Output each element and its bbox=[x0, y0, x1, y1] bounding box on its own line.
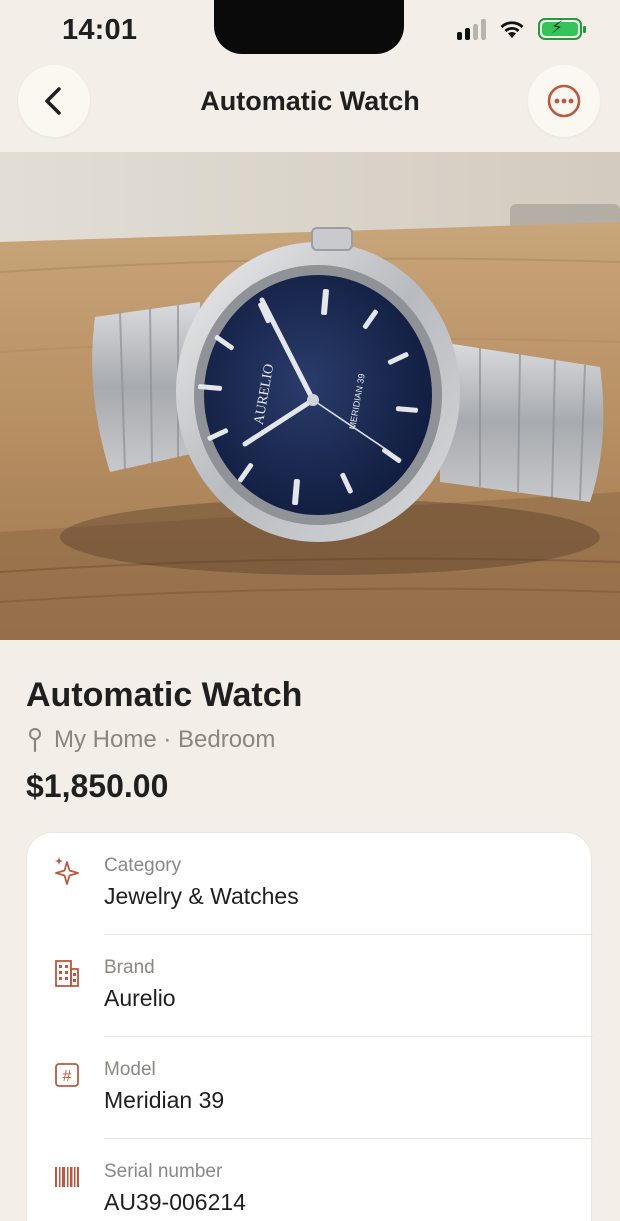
detail-label: Category bbox=[104, 855, 182, 876]
page-title: Automatic Watch bbox=[200, 86, 420, 116]
dynamic-island bbox=[214, 0, 404, 54]
item-location[interactable]: My Home · Bedroom bbox=[26, 726, 275, 754]
svg-text:#: # bbox=[63, 1068, 72, 1085]
detail-row-category[interactable]: Category Jewelry & Watches bbox=[27, 833, 593, 935]
hash-icon: # bbox=[53, 1061, 81, 1089]
navigation-bar: Automatic Watch bbox=[0, 62, 620, 152]
status-indicators: ⚡ bbox=[457, 18, 586, 40]
item-price: $1,850.00 bbox=[26, 768, 169, 804]
detail-value: Jewelry & Watches bbox=[104, 883, 299, 909]
building-icon bbox=[53, 959, 81, 987]
detail-row-serial-number[interactable]: Serial number AU39-006214 bbox=[27, 1139, 593, 1221]
detail-value: Meridian 39 bbox=[104, 1087, 225, 1113]
detail-value: Aurelio bbox=[104, 985, 176, 1011]
watch-photo-illustration: AURELIO MERIDIAN 39 bbox=[0, 152, 620, 640]
item-photo[interactable]: AURELIO MERIDIAN 39 bbox=[0, 152, 620, 640]
wifi-icon bbox=[500, 21, 524, 38]
details-card: Category Jewelry & Watches Brand Aurelio… bbox=[26, 832, 593, 1221]
detail-row-model[interactable]: # Model Meridian 39 bbox=[27, 1037, 593, 1139]
detail-label: Brand bbox=[104, 957, 155, 978]
barcode-icon bbox=[53, 1163, 81, 1191]
item-title: Automatic Watch bbox=[26, 676, 303, 714]
sparkle-icon bbox=[53, 857, 81, 885]
cellular-signal-icon bbox=[457, 18, 486, 40]
detail-value: AU39-006214 bbox=[104, 1189, 246, 1215]
pin-icon bbox=[29, 728, 41, 753]
battery-charging-icon: ⚡ bbox=[538, 18, 586, 40]
detail-label: Model bbox=[104, 1059, 156, 1080]
status-bar: 14:01 ⚡ bbox=[0, 0, 620, 62]
item-location-text: My Home · Bedroom bbox=[54, 726, 276, 753]
detail-label: Serial number bbox=[104, 1161, 223, 1182]
detail-row-brand[interactable]: Brand Aurelio bbox=[27, 935, 593, 1037]
more-options-button[interactable] bbox=[528, 65, 600, 137]
more-horizontal-icon bbox=[547, 84, 581, 118]
item-detail-screen: 14:01 ⚡ Automatic Watch AURELIO MERIDIAN… bbox=[0, 0, 620, 1221]
status-time: 14:01 bbox=[62, 14, 138, 46]
